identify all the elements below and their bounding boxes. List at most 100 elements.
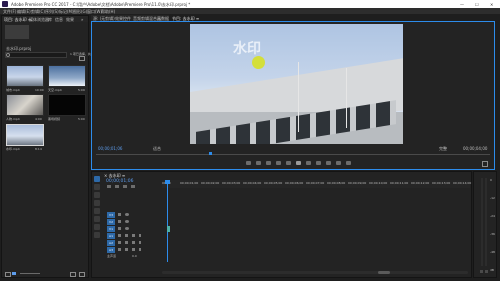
tab-info[interactable]: 信息: [55, 17, 63, 22]
track-eye-icon[interactable]: [125, 227, 129, 230]
horizontal-scrollbar[interactable]: [162, 271, 468, 274]
microphone-icon[interactable]: [139, 234, 141, 237]
media-item-sky[interactable]: [48, 65, 86, 87]
list-view-icon[interactable]: [5, 272, 11, 277]
menu-window[interactable]: 窗口(W): [87, 9, 102, 14]
add-button-icon[interactable]: [482, 161, 488, 167]
pen-tool-icon[interactable]: [94, 216, 100, 222]
tab-source[interactable]: 源: (无剪辑): [93, 16, 115, 21]
tab-effect-controls[interactable]: 效果控件: [115, 16, 131, 21]
media-item-person[interactable]: [6, 94, 44, 116]
track-mute-icon[interactable]: [125, 241, 128, 244]
menu-graphics[interactable]: 图形(G): [73, 9, 87, 14]
hand-tool-icon[interactable]: [94, 224, 100, 230]
track-solo-icon[interactable]: [132, 234, 135, 237]
track-mute-icon[interactable]: [125, 248, 128, 251]
lift-icon[interactable]: [326, 161, 331, 165]
track-target-a1[interactable]: A1: [107, 233, 115, 239]
tab-metadata[interactable]: 元数据: [157, 16, 169, 21]
microphone-icon[interactable]: [139, 241, 141, 244]
close-button[interactable]: ✕: [490, 2, 493, 7]
media-item-city[interactable]: [6, 65, 44, 87]
track-target-a2[interactable]: A2: [107, 240, 115, 246]
mark-out-icon[interactable]: [266, 161, 271, 165]
media-item-black-video[interactable]: [48, 94, 86, 116]
minimize-button[interactable]: —: [460, 2, 464, 7]
zoom-slider[interactable]: [20, 273, 40, 274]
menu-edit[interactable]: 编辑(E): [17, 9, 31, 14]
track-target-v3[interactable]: V3: [107, 212, 115, 218]
track-target-a3[interactable]: A3: [107, 247, 115, 253]
microphone-icon[interactable]: [139, 248, 141, 251]
step-back-icon[interactable]: [286, 161, 291, 165]
track-lock-icon[interactable]: [118, 234, 121, 237]
track-solo-icon[interactable]: [132, 248, 135, 251]
playhead-marker[interactable]: [209, 152, 212, 155]
track-select-tool-icon[interactable]: [94, 184, 100, 190]
tab-libraries[interactable]: 库: [48, 17, 52, 22]
add-marker-icon[interactable]: [246, 161, 251, 165]
maximize-button[interactable]: ☐: [475, 2, 479, 7]
program-timecode[interactable]: 00;00;01;06: [98, 146, 122, 151]
slip-tool-icon[interactable]: [94, 208, 100, 214]
track-target-v1[interactable]: V1: [107, 226, 115, 232]
track-lock-icon[interactable]: [118, 248, 121, 251]
track-eye-icon[interactable]: [125, 220, 129, 223]
go-to-in-icon[interactable]: [276, 161, 281, 165]
snap-icon[interactable]: [107, 185, 111, 188]
track-lock-icon[interactable]: [118, 241, 121, 244]
tab-overflow[interactable]: »: [81, 17, 83, 22]
new-item-icon[interactable]: [70, 272, 76, 277]
ripple-edit-tool-icon[interactable]: [94, 192, 100, 198]
program-tab[interactable]: 节目: 去水印 ≡: [172, 16, 199, 21]
solo-button[interactable]: [485, 270, 488, 273]
selection-tool-icon[interactable]: [94, 176, 100, 182]
razor-tool-icon[interactable]: [94, 200, 100, 206]
add-marker-icon[interactable]: [123, 185, 127, 188]
extract-icon[interactable]: [336, 161, 341, 165]
timeline-playhead-handle[interactable]: [165, 180, 170, 184]
delete-icon[interactable]: [79, 272, 85, 277]
master-track-label: 主声道: [107, 254, 117, 258]
menu-clip[interactable]: 剪辑(C): [31, 9, 45, 14]
track-mute-icon[interactable]: [125, 234, 128, 237]
tab-media-browser[interactable]: 媒体浏览器: [29, 17, 49, 22]
tab-effects[interactable]: 效果: [66, 17, 74, 22]
meter-scale-label: -12: [490, 196, 495, 200]
media-item-name: 人物.mp4: [6, 117, 20, 121]
ruler-label: 00;00;06;00: [285, 181, 304, 185]
icon-view-icon[interactable]: [12, 272, 16, 275]
track-lock-icon[interactable]: [118, 220, 121, 223]
menu-marker[interactable]: 标记(M): [59, 9, 74, 14]
track-lock-icon[interactable]: [118, 213, 121, 216]
playback-scrubber[interactable]: [96, 154, 490, 155]
track-solo-icon[interactable]: [132, 241, 135, 244]
timeline-timecode[interactable]: 00;00;01;06: [106, 179, 133, 184]
menu-file[interactable]: 文件(F): [3, 9, 16, 14]
export-frame-icon[interactable]: [346, 161, 351, 165]
solo-button[interactable]: [480, 270, 483, 273]
track-target-v2[interactable]: V2: [107, 219, 115, 225]
premiere-app-icon: [2, 1, 8, 7]
wrench-icon[interactable]: [131, 185, 135, 188]
timeline-tab[interactable]: × 去水印 ≡: [104, 173, 125, 178]
new-bin-icon[interactable]: [79, 56, 85, 61]
timeline-playhead[interactable]: [167, 180, 168, 262]
menu-sequence[interactable]: 序列(S): [45, 9, 59, 14]
quality-dropdown[interactable]: 完整: [439, 146, 447, 151]
linked-selection-icon[interactable]: [115, 185, 119, 188]
menu-help[interactable]: 帮助(H): [101, 9, 115, 14]
horizontal-scroll-thumb[interactable]: [378, 271, 390, 274]
video-clip-v1[interactable]: [167, 226, 170, 232]
track-eye-icon[interactable]: [125, 213, 129, 216]
tab-project[interactable]: 项目: 去水印 ≡: [4, 17, 31, 22]
track-lock-icon[interactable]: [118, 227, 121, 230]
media-item-watermark-video[interactable]: [6, 124, 44, 146]
step-forward-icon[interactable]: [306, 161, 311, 165]
go-to-out-icon[interactable]: [316, 161, 321, 165]
mark-in-icon[interactable]: [256, 161, 261, 165]
fit-dropdown[interactable]: 适合: [153, 146, 161, 151]
search-input[interactable]: [5, 52, 67, 58]
type-tool-icon[interactable]: [94, 232, 100, 238]
play-icon[interactable]: [296, 161, 301, 165]
